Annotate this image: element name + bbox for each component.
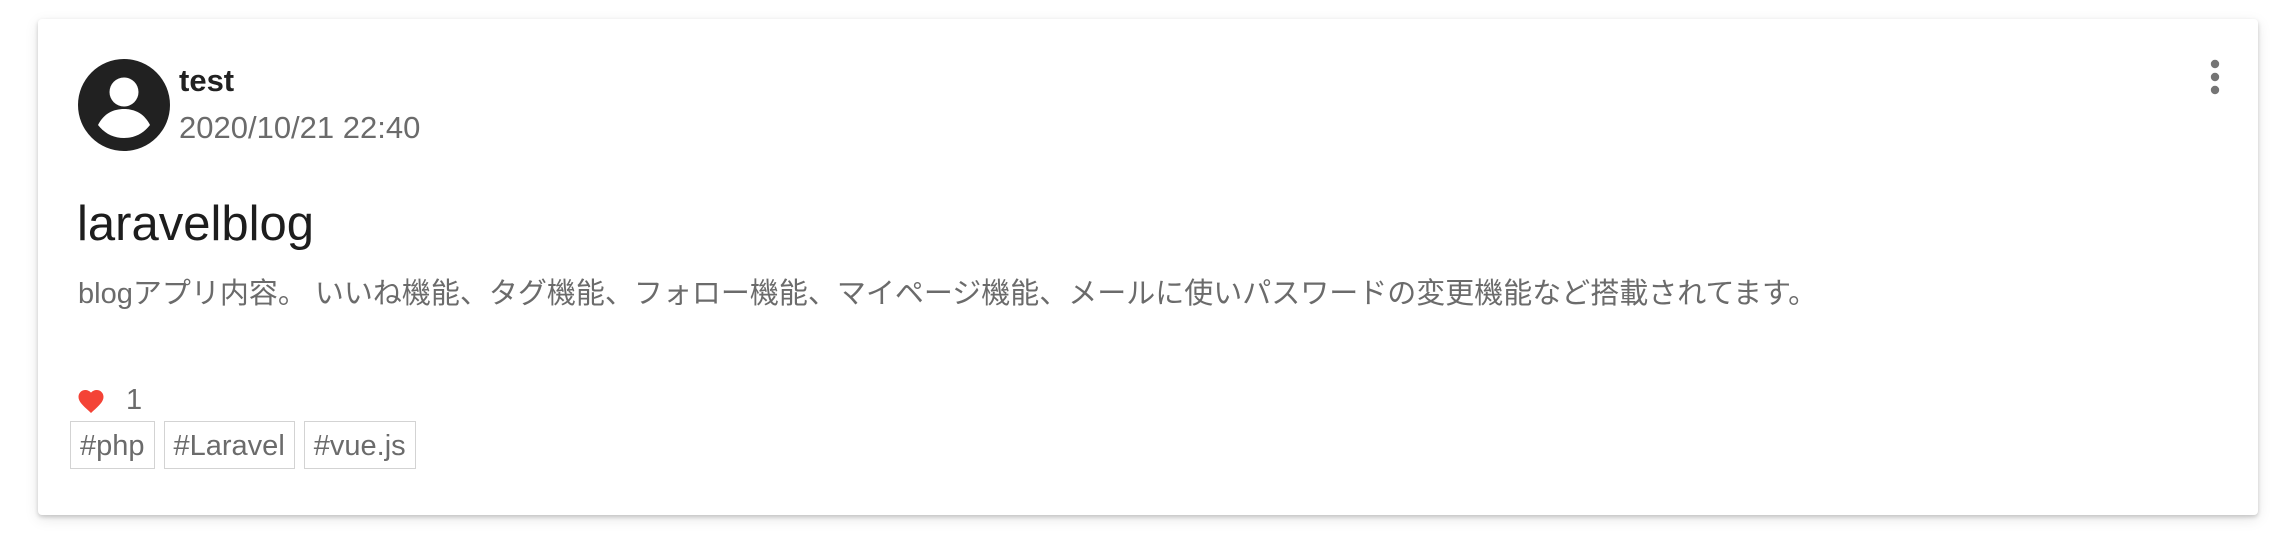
post-title[interactable]: laravelblog [77, 195, 314, 253]
post-date: 2020/10/21 22:40 [179, 110, 421, 145]
like-row: 1 [76, 380, 142, 420]
post-body: blogアプリ内容。 いいね機能、タグ機能、フォロー機能、マイページ機能、メール… [78, 278, 1818, 310]
tag-chip-vuejs[interactable]: #vue.js [303, 421, 416, 469]
heart-icon[interactable] [76, 386, 106, 414]
tag-list: #php #Laravel #vue.js [70, 421, 416, 469]
tag-chip-laravel[interactable]: #Laravel [163, 421, 295, 469]
more-options-icon[interactable] [2203, 57, 2227, 97]
avatar-icon[interactable] [78, 59, 170, 151]
post-card: test 2020/10/21 22:40 laravelblog blogアプ… [38, 19, 2258, 515]
user-name[interactable]: test [179, 63, 234, 99]
like-count: 1 [126, 384, 143, 416]
tag-chip-php[interactable]: #php [70, 421, 155, 469]
